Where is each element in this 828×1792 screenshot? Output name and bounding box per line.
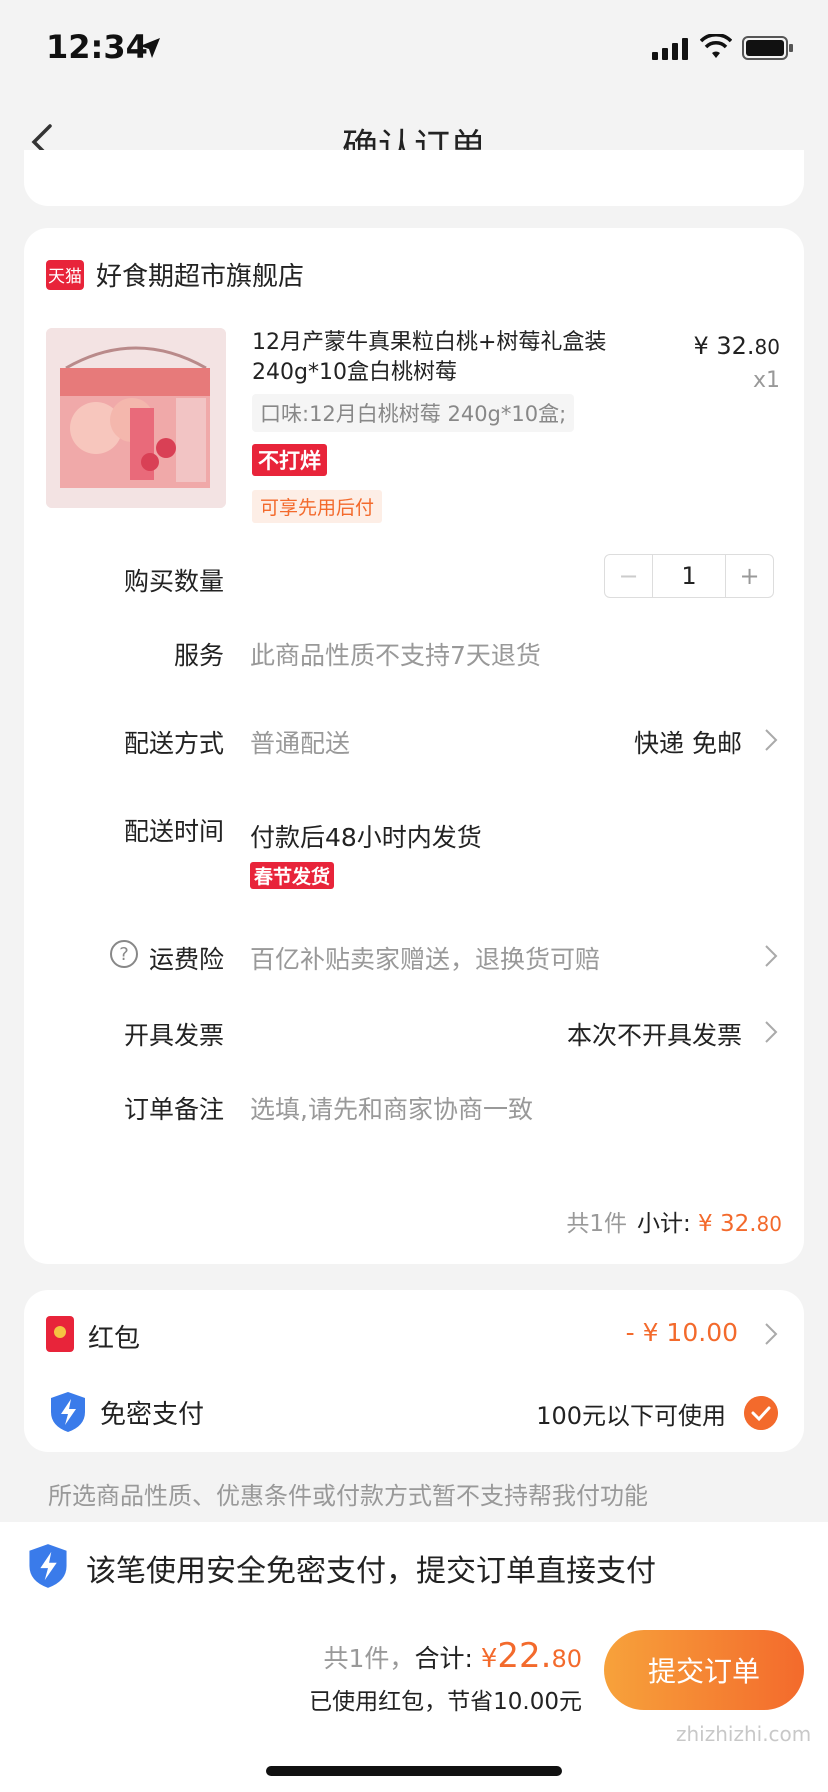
no-closing-tag: 不打烊 xyxy=(252,444,327,476)
watermark: zhizhizhi.com xyxy=(676,1722,812,1746)
help-icon[interactable]: ? xyxy=(110,940,138,968)
product-flavor[interactable]: 口味:12月白桃树莓 240g*10盒; xyxy=(252,394,575,432)
battery-icon xyxy=(742,36,793,60)
increase-button[interactable]: + xyxy=(725,555,773,597)
shop-name: 好食期超市旗舰店 xyxy=(96,262,305,292)
delivery-label: 配送方式 xyxy=(123,729,224,758)
shipping-insurance-label: 运费险 xyxy=(148,945,224,974)
savings-text: 已使用红包，节省10.00元 xyxy=(309,1689,582,1715)
checkmark-icon[interactable] xyxy=(744,1396,778,1430)
cellular-signal-icon xyxy=(652,36,688,60)
checkout-bar: 该笔使用安全免密支付，提交订单直接支付 共1件，合计: ¥22.80 已使用红包… xyxy=(0,1522,828,1792)
location-arrow-icon xyxy=(140,38,160,58)
wifi-icon xyxy=(700,34,732,58)
service-value: 此商品性质不支持7天退货 xyxy=(250,641,541,670)
chevron-right-icon xyxy=(765,729,778,751)
spring-festival-tag: 春节发货 xyxy=(250,862,335,889)
product-title[interactable]: 12月产蒙牛真果粒白桃+树莓礼盒装240g*10盒白桃树莓 xyxy=(252,328,662,388)
order-subtotal: 共1件 小计: ¥ 32.80 xyxy=(566,1211,782,1237)
order-card: 天猫 好食期超市旗舰店 12月产蒙牛真果粒白桃+树莓礼盒装240g*10盒白桃树… xyxy=(24,228,804,1264)
shield-lightning-icon xyxy=(29,1544,67,1588)
decrease-button[interactable]: − xyxy=(605,555,653,597)
home-indicator xyxy=(266,1766,562,1776)
address-card-bottom[interactable] xyxy=(24,150,804,206)
red-packet-icon xyxy=(46,1316,74,1352)
order-note-input[interactable]: 选填,请先和商家协商一致 xyxy=(250,1090,533,1126)
delivery-time-label: 配送时间 xyxy=(123,817,224,846)
red-packet-label: 红包 xyxy=(88,1324,141,1354)
pay-for-me-notice: 所选商品性质、优惠条件或付款方式暂不支持帮我付功能 xyxy=(48,1482,648,1510)
order-total: 共1件，合计: ¥22.80 xyxy=(323,1636,582,1676)
status-time: 12:34 xyxy=(46,28,148,66)
service-label: 服务 xyxy=(173,641,224,670)
product-price: ¥ 32.80 xyxy=(693,332,780,360)
password-free-label: 免密支付 xyxy=(100,1400,205,1430)
delivery-method: 快递 免邮 xyxy=(634,729,742,758)
status-bar: 12:34 xyxy=(0,0,828,100)
chevron-right-icon xyxy=(765,945,778,967)
chevron-right-icon xyxy=(765,1021,778,1043)
quantity-stepper: − 1 + xyxy=(604,554,774,598)
product-image[interactable] xyxy=(46,328,226,508)
delivery-value: 普通配送 xyxy=(250,729,351,758)
submit-order-button[interactable]: 提交订单 xyxy=(604,1630,804,1710)
order-note-label: 订单备注 xyxy=(123,1095,224,1124)
invoice-label: 开具发票 xyxy=(123,1021,224,1050)
invoice-value: 本次不开具发票 xyxy=(566,1021,742,1050)
password-free-value: 100元以下可使用 xyxy=(536,1402,726,1430)
pay-later-tag: 可享先用后付 xyxy=(252,490,383,523)
shop-header[interactable]: 天猫 好食期超市旗舰店 xyxy=(46,256,304,293)
quantity-label: 购买数量 xyxy=(123,567,224,596)
red-packet-value: - ¥ 10.00 xyxy=(625,1318,738,1347)
benefit-card: 红包 - ¥ 10.00 免密支付 100元以下可使用 xyxy=(24,1290,804,1452)
quantity-value[interactable]: 1 xyxy=(653,555,725,597)
product-quantity: x1 xyxy=(752,368,780,393)
chevron-right-icon xyxy=(765,1323,778,1345)
shipping-insurance-value: 百亿补贴卖家赠送，退换货可赔 xyxy=(250,945,601,974)
shield-lightning-icon xyxy=(51,1392,85,1432)
tmall-icon: 天猫 xyxy=(46,259,84,290)
secure-payment-text: 该笔使用安全免密支付，提交订单直接支付 xyxy=(86,1554,656,1589)
delivery-time-value: 付款后48小时内发货 xyxy=(250,823,482,852)
